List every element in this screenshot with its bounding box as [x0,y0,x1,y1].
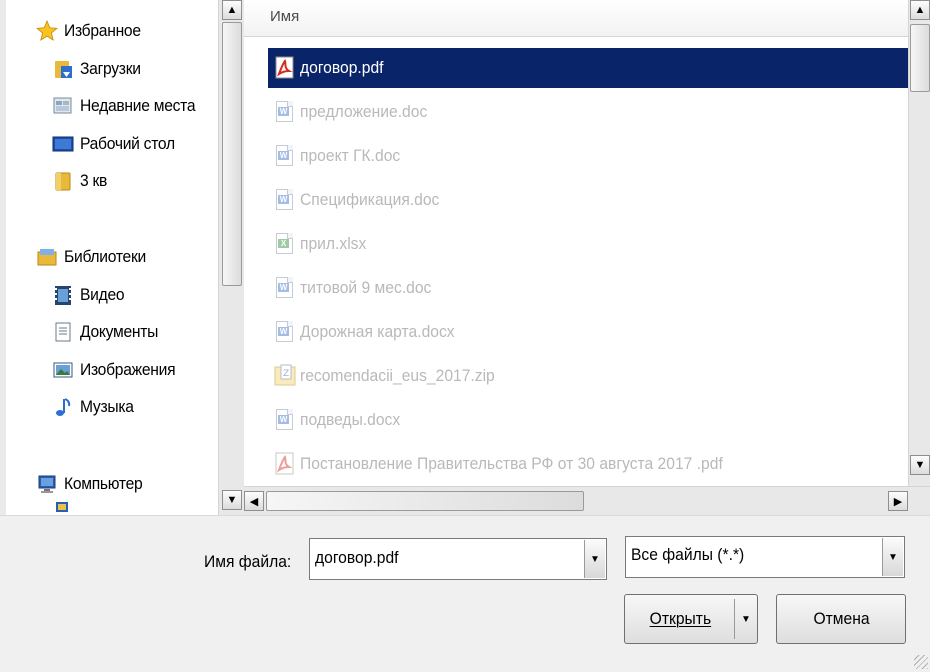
computer-icon [36,473,58,495]
column-header-name[interactable]: Имя [244,0,908,37]
nav-scroll-down-arrow[interactable]: ▼ [222,490,242,510]
word-document-icon: W [274,100,296,124]
file-row[interactable]: W проект ГК.doc [268,136,908,176]
resize-grip[interactable] [914,655,928,669]
pdf-icon [274,452,296,476]
filename-label-text: Имя файла: [204,552,292,571]
file-row[interactable]: W подведы.docx [268,400,908,440]
documents-icon [52,321,74,343]
hscroll-thumb[interactable] [266,491,584,511]
word-document-icon: W [274,408,296,432]
nav-label-3kv: 3 кв [80,171,108,190]
cancel-button-label: Отмена [812,609,870,628]
libraries-icon [36,246,58,268]
file-name: подведы.docx [300,410,401,429]
folder-icon [52,170,74,192]
zip-archive-icon: Z [274,364,296,388]
file-row[interactable]: Постановление Правительства РФ от 30 авг… [268,444,908,484]
nav-item-computer[interactable]: Компьютер [36,469,149,499]
nav-label-computer: Компьютер [64,474,143,493]
network-icon [54,500,72,515]
file-name: Дорожная карта.docx [300,322,455,341]
file-row[interactable]: W Спецификация.doc [268,180,908,220]
word-document-icon: W [274,276,296,300]
open-button-label: Открыть [649,609,711,628]
file-row[interactable]: W предложение.doc [268,92,908,132]
nav-label-video: Видео [80,285,125,304]
nav-item-desktop[interactable]: Рабочий стол [52,129,183,159]
svg-text:Z: Z [283,369,289,379]
nav-item-recent-places[interactable]: Недавние места [52,91,205,121]
file-list: Имя договор.pdf W предложение.doc W прое… [244,0,930,486]
file-name: проект ГК.doc [300,146,401,165]
file-name: recomendacii_eus_2017.zip [300,366,495,385]
cancel-button[interactable]: Отмена [776,594,906,644]
nav-label-recent-places: Недавние места [80,96,196,115]
navigation-pane: Избранное Загрузки Недавние места Рабочи… [6,0,218,515]
downloads-folder-icon [52,58,74,80]
music-icon [52,396,74,418]
nav-item-3kv[interactable]: 3 кв [52,166,109,196]
file-scroll-up-button[interactable]: ▲ [910,0,930,20]
file-name: Постановление Правительства РФ от 30 авг… [300,454,723,473]
filename-input[interactable]: договор.pdf [315,548,399,568]
nav-item-music[interactable]: Музыка [52,392,138,422]
filetype-combobox[interactable]: Все файлы (*.*) ▼ [625,536,905,578]
nav-item-video[interactable]: Видео [52,280,128,310]
filetype-dropdown-button[interactable]: ▼ [882,538,903,576]
file-name: предложение.doc [300,102,428,121]
file-row[interactable]: Z recomendacii_eus_2017.zip [268,356,908,396]
column-header-label: Имя [270,8,300,25]
file-list-hscrollbar[interactable]: ◀ ▶ [244,486,930,516]
nav-item-downloads[interactable]: Загрузки [52,54,146,84]
nav-label-music: Музыка [80,397,134,416]
filename-combobox[interactable]: договор.pdf ▼ [309,538,607,580]
word-document-icon: W [274,320,296,344]
nav-scrollbar[interactable]: ▲ ▼ [218,0,245,515]
file-name: титовой 9 мес.doc [300,278,432,297]
open-split-dropdown-icon[interactable]: ▼ [734,599,757,639]
nav-item-libraries[interactable]: Библиотеки [36,242,153,272]
file-list-scrollbar[interactable]: ▲ ▼ [908,0,930,486]
nav-label-favorites: Избранное [64,21,141,40]
file-scroll-thumb[interactable] [910,24,930,92]
file-name: Спецификация.doc [300,190,440,209]
desktop-icon [52,133,74,155]
filename-dropdown-button[interactable]: ▼ [584,540,605,578]
nav-scroll-thumb[interactable] [222,22,242,286]
nav-label-pictures: Изображения [80,360,176,379]
pictures-icon [52,359,74,381]
nav-item-documents[interactable]: Документы [52,317,165,347]
file-row[interactable]: W титовой 9 мес.doc [268,268,908,308]
word-document-icon: W [274,144,296,168]
file-row[interactable]: договор.pdf [268,48,908,88]
nav-item-pictures[interactable]: Изображения [52,355,184,385]
nav-label-libraries: Библиотеки [64,247,146,266]
filename-label: Имя файла: [204,552,291,572]
nav-label-desktop: Рабочий стол [80,134,175,153]
recent-places-icon [52,95,74,117]
nav-label-documents: Документы [80,322,159,341]
nav-item-favorites[interactable]: Избранное [35,16,147,46]
file-row[interactable]: X прил.xlsx [268,224,908,264]
word-document-icon: W [274,188,296,212]
filetype-select[interactable]: Все файлы (*.*) [631,545,744,565]
hscroll-right-button[interactable]: ▶ [888,491,908,511]
hscroll-left-button[interactable]: ◀ [244,491,264,511]
file-name: договор.pdf [300,58,384,77]
pdf-icon [274,56,296,80]
star-icon [35,19,59,42]
nav-scroll-up-button[interactable]: ▲ [222,0,242,20]
file-scroll-down-button[interactable]: ▼ [910,455,930,475]
file-row[interactable]: W Дорожная карта.docx [268,312,908,352]
excel-document-icon: X [274,232,296,256]
file-name: прил.xlsx [300,234,367,253]
open-button[interactable]: Открыть ▼ [624,594,758,644]
video-icon [52,284,74,306]
nav-label-downloads: Загрузки [80,59,141,78]
